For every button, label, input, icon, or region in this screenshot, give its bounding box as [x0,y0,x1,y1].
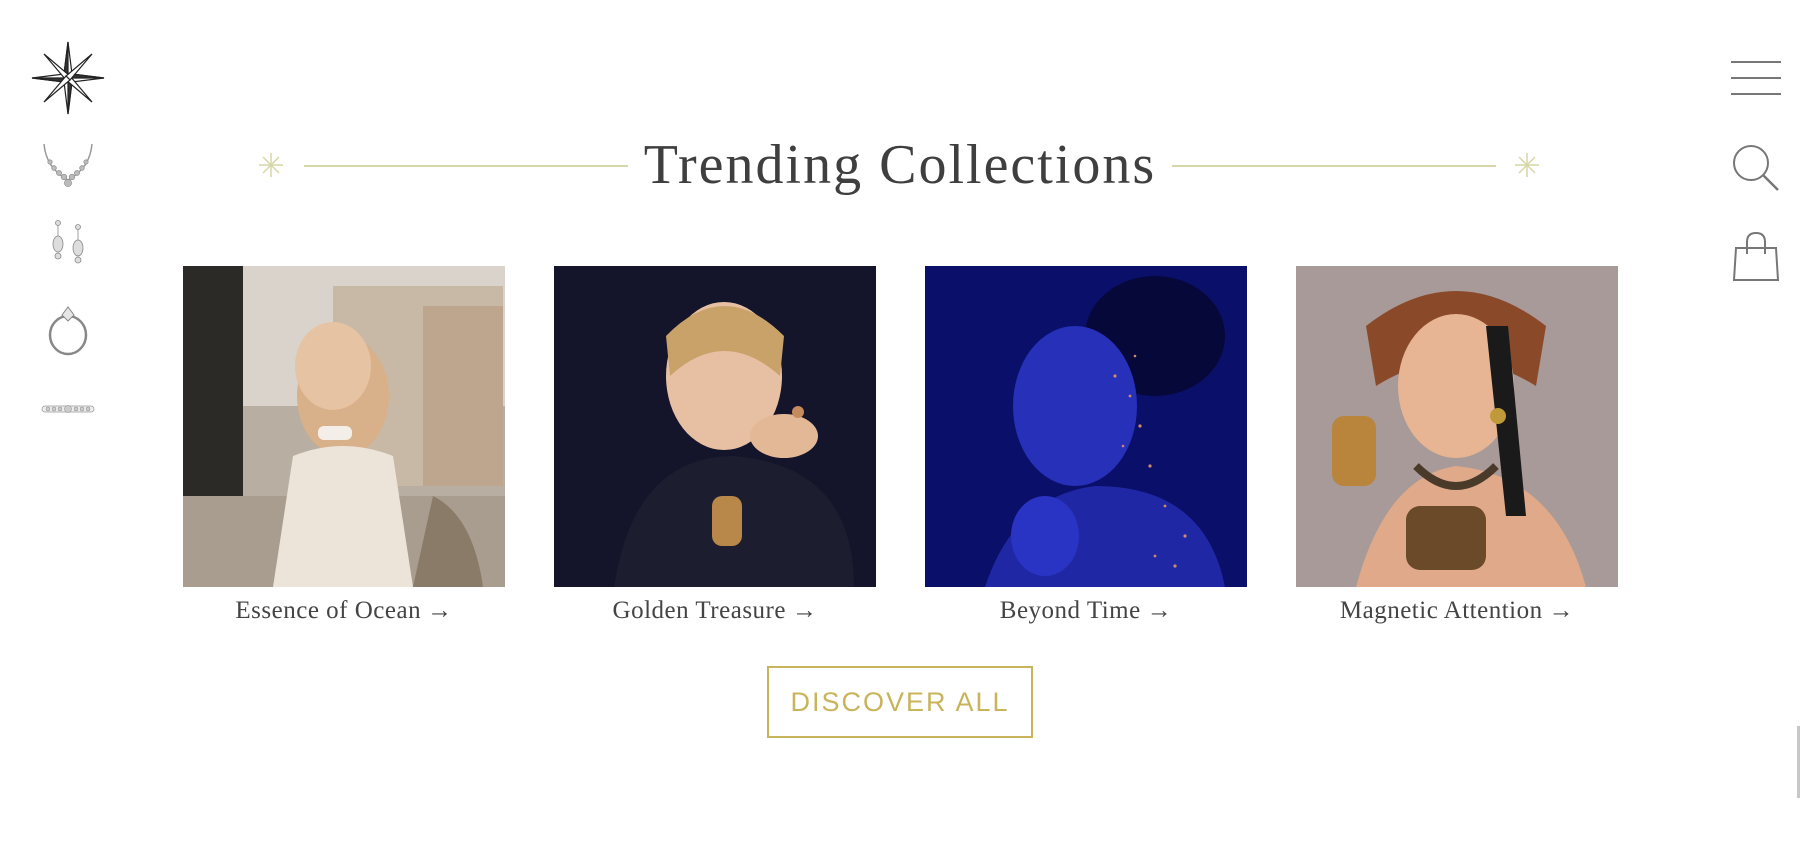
heading-divider-left [304,165,628,167]
shopping-bag-icon[interactable] [1728,228,1784,284]
collection-title[interactable]: Essence of Ocean → [183,597,505,625]
collection-image[interactable] [554,266,876,587]
collection-card[interactable]: Magnetic Attention → [1296,266,1618,625]
ring-icon[interactable] [36,300,100,358]
collection-name: Golden Treasure [612,597,786,624]
sparkle-icon [1514,152,1540,178]
collection-name: Beyond Time [999,597,1141,624]
discover-all-button[interactable]: DISCOVER ALL [767,666,1033,738]
collection-card[interactable]: Beyond Time → [925,266,1247,625]
arrow-right-icon: → [427,597,453,624]
compass-star-logo[interactable] [30,40,106,116]
collection-title[interactable]: Golden Treasure → [554,597,876,625]
collection-name: Essence of Ocean [235,597,422,624]
arrow-right-icon: → [1146,597,1173,624]
collection-image[interactable] [1296,266,1618,587]
heading-divider-right [1172,165,1496,167]
right-action-rail [1680,0,1800,850]
collection-card[interactable]: Essence of Ocean → [183,266,505,625]
collections-grid: Essence of Ocean → Golden Treasure → Bey… [183,266,1619,626]
collection-name: Magnetic Attention [1339,597,1543,624]
necklace-icon[interactable] [36,140,100,192]
collection-card[interactable]: Golden Treasure → [554,266,876,625]
menu-icon[interactable] [1728,56,1784,100]
earrings-icon[interactable] [36,218,100,276]
page-title: Trending Collections [643,134,1157,196]
collection-title[interactable]: Magnetic Attention → [1296,597,1618,625]
arrow-right-icon: → [791,597,818,624]
collection-title[interactable]: Beyond Time → [925,597,1247,625]
collection-image[interactable] [925,266,1247,587]
arrow-right-icon: → [1548,597,1575,624]
left-sidebar [0,0,135,850]
collection-image[interactable] [183,266,505,587]
sparkle-icon [258,152,284,178]
search-icon[interactable] [1728,140,1784,196]
section-heading: Trending Collections [250,126,1540,206]
bracelet-icon[interactable] [36,393,100,425]
